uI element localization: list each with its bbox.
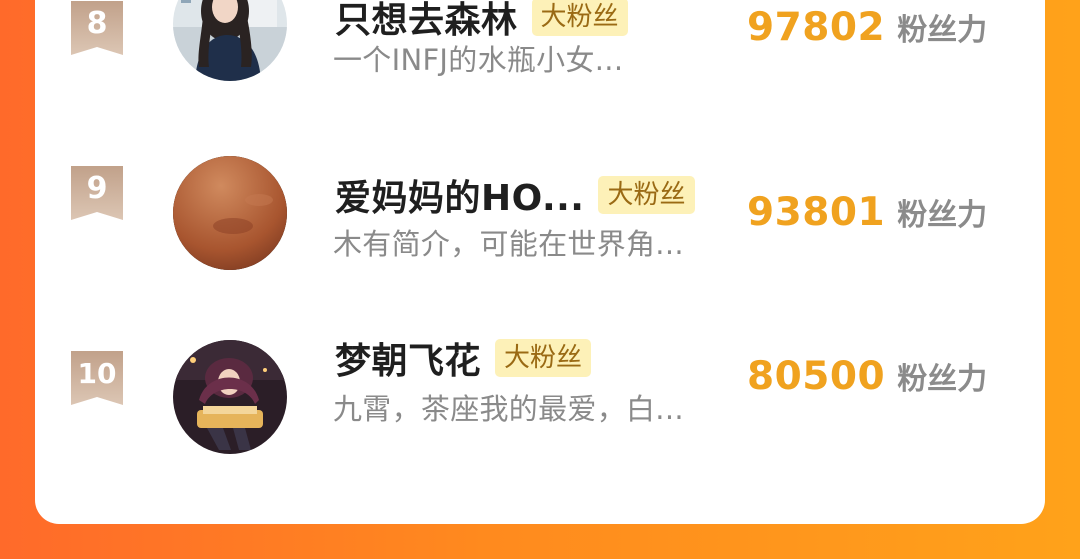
rank-number: 10 — [77, 357, 117, 390]
ranking-row[interactable]: 9 爱妈妈的HO... 大粉丝 木有简介，可能在世界角... 93801 粉丝力 — [35, 156, 1045, 296]
rank-number: 8 — [86, 6, 108, 41]
rank-badge: 9 — [71, 166, 123, 220]
ranking-row[interactable]: 10 梦朝飞花 大粉丝 九霄，茶座我的最爱，白... 80500 粉丝力 — [35, 339, 1045, 480]
fan-name[interactable]: 梦朝飞花 — [335, 332, 481, 384]
rank-badge: 10 — [71, 351, 123, 405]
fan-bio: 一个INFJ的水瓶小女... — [333, 43, 624, 77]
fan-score: 93801 粉丝力 — [747, 190, 987, 235]
rank-number: 9 — [86, 171, 108, 206]
fan-bio: 九霄，茶座我的最爱，白... — [333, 392, 684, 426]
fan-level-badge: 大粉丝 — [598, 176, 695, 214]
fan-score-unit: 粉丝力 — [897, 13, 988, 48]
name-line: 爱妈妈的HO... 大粉丝 — [335, 170, 695, 220]
avatar[interactable] — [173, 156, 287, 270]
fan-score: 80500 粉丝力 — [747, 354, 987, 399]
ranking-row[interactable]: 8 只想去森林 大粉丝 一个INFJ的水瓶小女... 97802 粉丝力 — [35, 0, 1045, 120]
fan-score-value: 93801 — [747, 190, 886, 235]
rank-badge: 8 — [71, 1, 123, 55]
avatar[interactable] — [173, 340, 287, 454]
fan-level-badge: 大粉丝 — [531, 0, 628, 36]
fan-bio: 木有简介，可能在世界角... — [333, 227, 684, 261]
fan-level-badge: 大粉丝 — [495, 339, 592, 377]
name-line: 梦朝飞花 大粉丝 — [335, 332, 592, 384]
fan-score-value: 97802 — [747, 5, 886, 50]
fan-score: 97802 粉丝力 — [747, 5, 987, 50]
fan-score-value: 80500 — [747, 354, 886, 399]
fan-score-unit: 粉丝力 — [897, 198, 988, 233]
fan-score-unit: 粉丝力 — [897, 362, 988, 397]
avatar[interactable] — [173, 0, 287, 81]
ranking-card: 8 只想去森林 大粉丝 一个INFJ的水瓶小女... 97802 粉丝力 9 爱… — [35, 0, 1045, 524]
name-line: 只想去森林 大粉丝 — [335, 0, 628, 42]
fan-name[interactable]: 爱妈妈的HO... — [335, 169, 584, 221]
